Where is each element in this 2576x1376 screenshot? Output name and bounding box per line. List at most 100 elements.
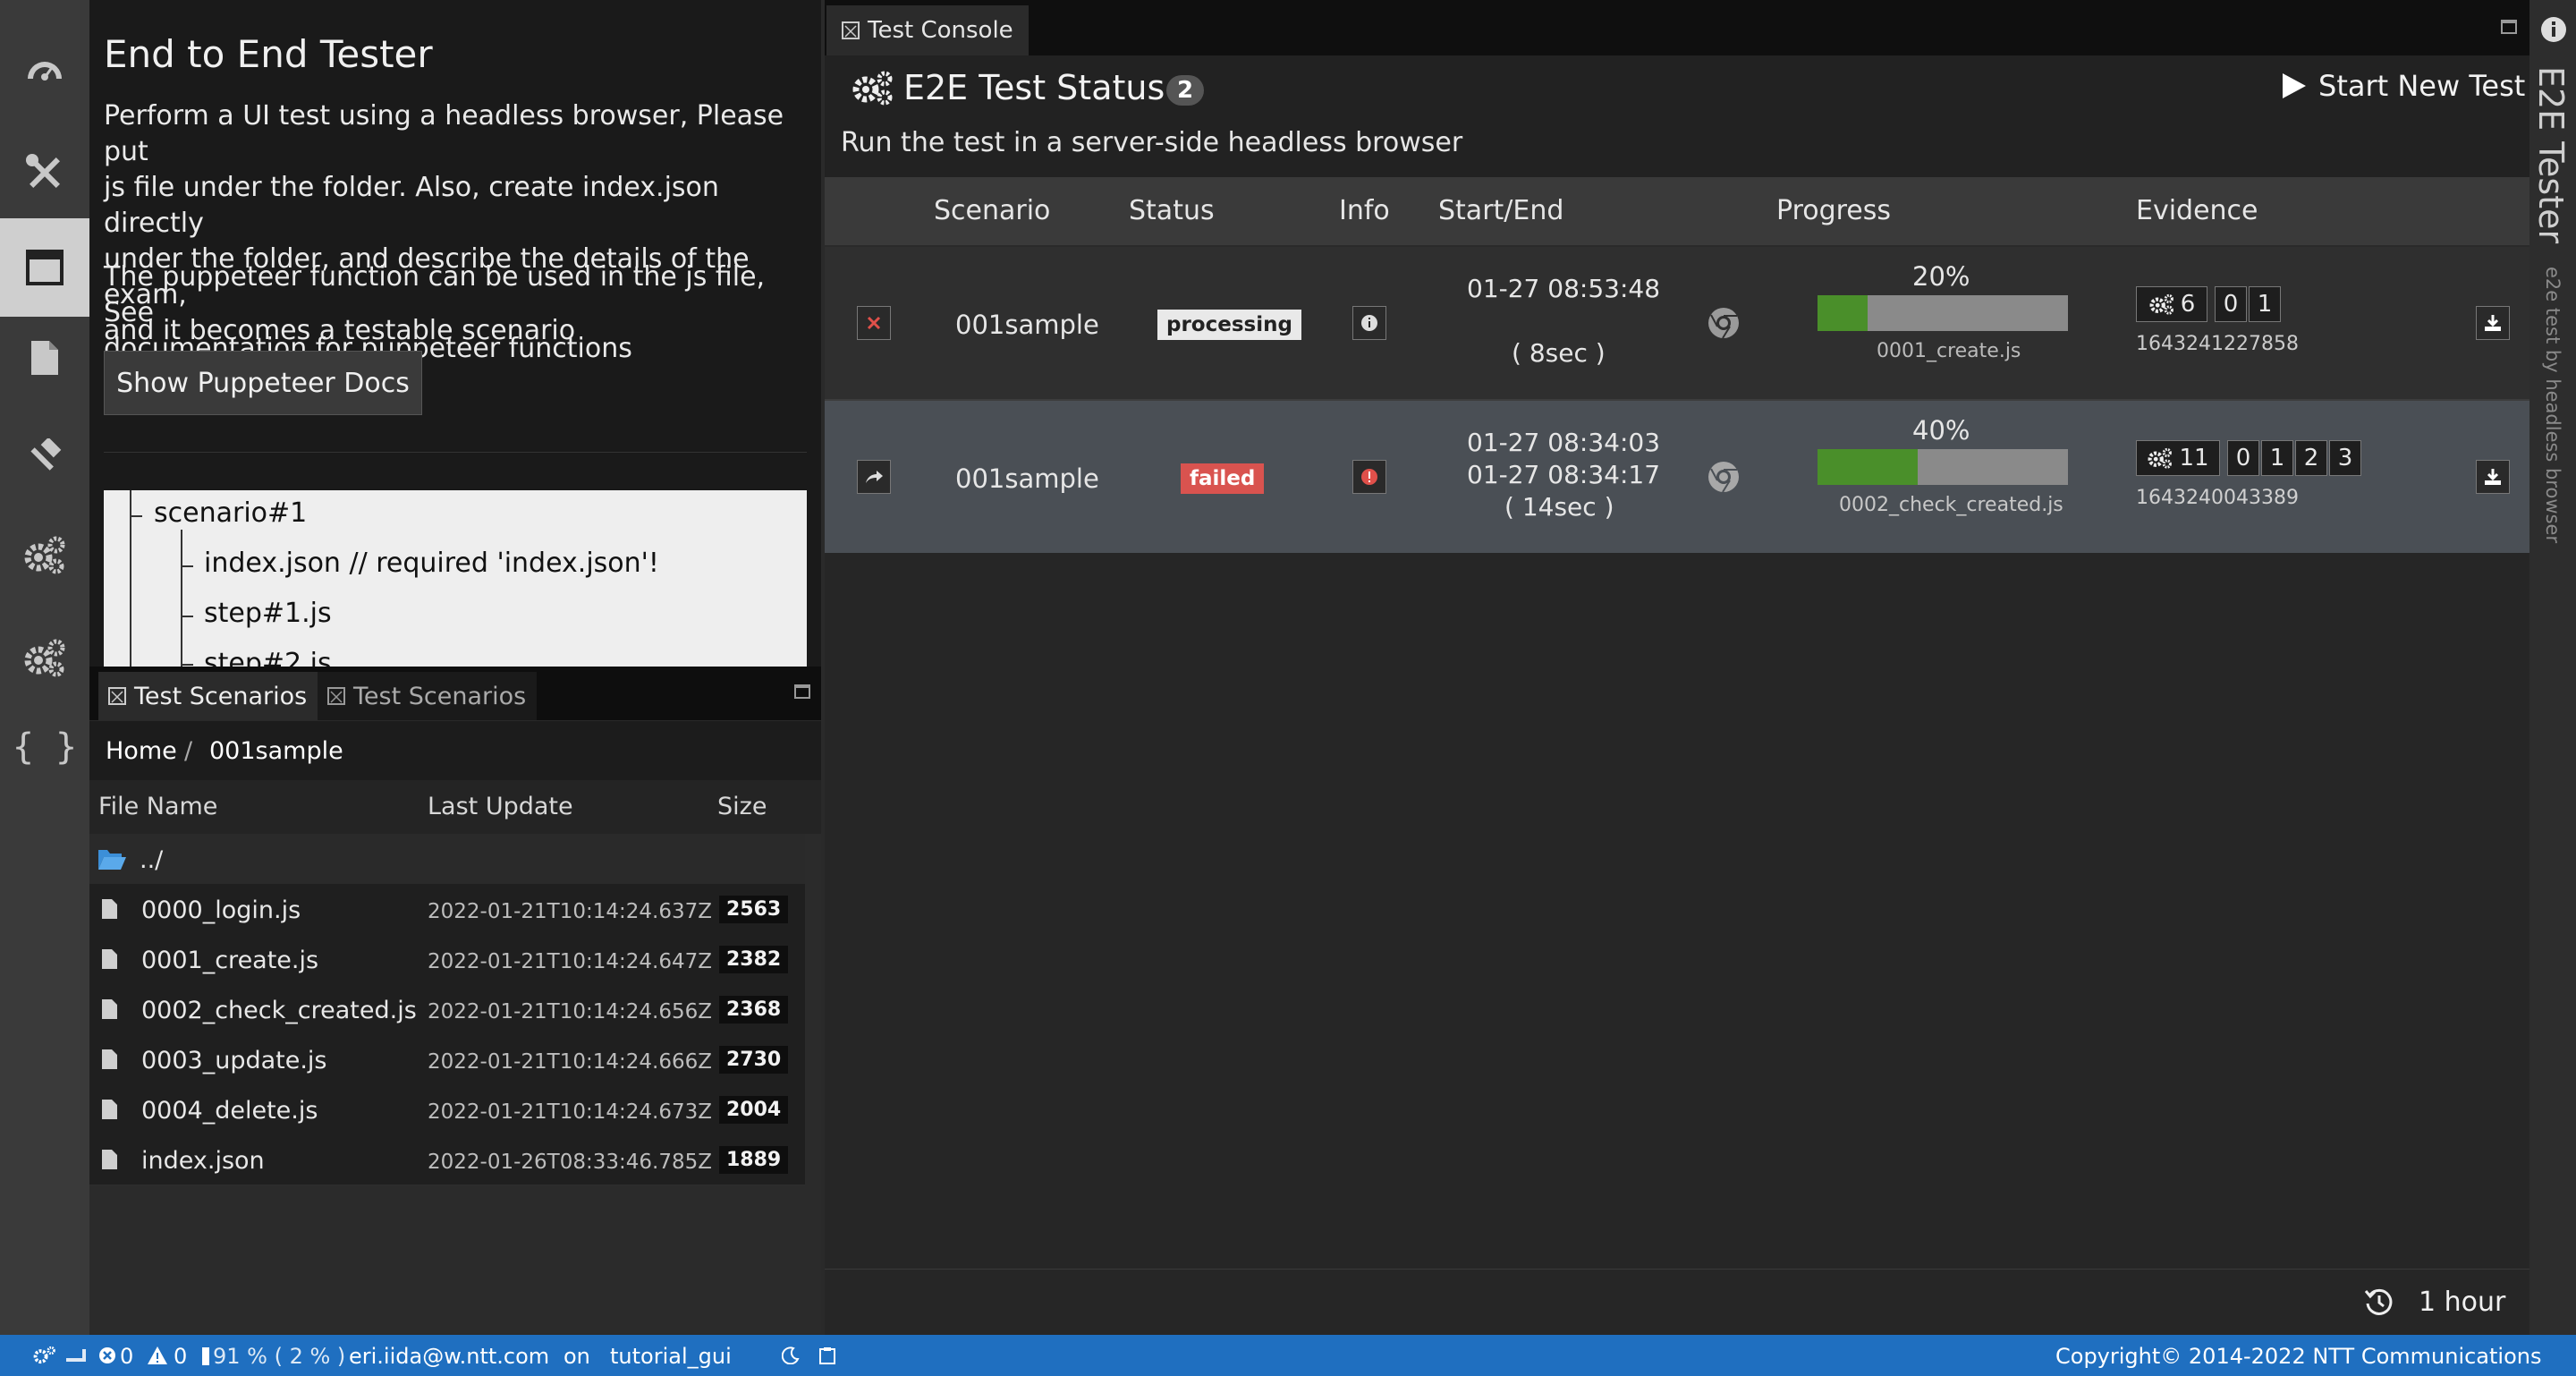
tab-test-scenarios[interactable]: Test Scenarios (98, 672, 318, 720)
status-badge: processing (1157, 310, 1301, 340)
error-info-button[interactable] (1352, 460, 1386, 494)
column-info: Info (1339, 195, 1390, 226)
rerun-test-button[interactable] (857, 460, 891, 494)
user-email[interactable]: eri.iida@w.ntt.com (349, 1344, 549, 1369)
file-name: 0002_check_created.js (141, 997, 417, 1024)
file-size-badge: 2563 (719, 896, 789, 923)
status-badge: failed (1181, 463, 1265, 494)
evidence-id: 1643240043389 (2136, 487, 2299, 509)
evidence-step-button[interactable]: 1 (2261, 440, 2293, 476)
progress-percent: 20% (1912, 261, 1970, 292)
divider (104, 452, 807, 453)
time-range-label: 1 hour (2419, 1286, 2506, 1318)
sidebar-item-json[interactable]: { } (0, 698, 89, 796)
tab-label: Test Scenarios (134, 682, 308, 710)
gears-icon (24, 536, 65, 574)
evidence-step-button[interactable]: 0 (2215, 286, 2247, 322)
progress-fill (1818, 449, 1918, 485)
file-row[interactable]: 0004_delete.js 2022-01-21T10:14:24.673Z … (89, 1084, 805, 1135)
file-updated: 2022-01-21T10:14:24.673Z (428, 1100, 712, 1124)
warning-icon[interactable] (147, 1346, 168, 1365)
column-start-end: Start/End (1438, 195, 1564, 226)
sidebar-item-dashboard[interactable] (0, 20, 89, 118)
time-range-selector[interactable]: 1 hour (2363, 1286, 2505, 1318)
download-icon (2485, 469, 2501, 485)
column-progress: Progress (1776, 195, 1892, 226)
on-label: on (564, 1344, 590, 1369)
download-button[interactable] (2476, 306, 2510, 340)
error-icon (1361, 469, 1377, 485)
workspace-name[interactable]: tutorial_gui (610, 1344, 732, 1369)
file-list-header: File Name Last Update Size (89, 780, 821, 834)
column-file-name[interactable]: File Name (98, 793, 217, 820)
gears-icon[interactable] (32, 1346, 57, 1365)
file-name: 0001_create.js (141, 947, 319, 974)
maximize-icon[interactable] (794, 684, 810, 699)
breadcrumb-separator: / (184, 737, 193, 765)
file-size-badge: 2368 (719, 996, 789, 1024)
sidebar-item-settings[interactable] (0, 505, 89, 604)
evidence-step-button[interactable]: 3 (2329, 440, 2361, 476)
clipboard-icon[interactable] (819, 1346, 835, 1364)
file-row[interactable]: 0003_update.js 2022-01-21T10:14:24.666Z … (89, 1034, 805, 1085)
info-icon[interactable] (2540, 16, 2567, 43)
console-header: E2E Test Status 2 Start New Test (825, 55, 2529, 117)
sidebar-item-documents[interactable] (0, 309, 89, 407)
cancel-test-button[interactable] (857, 306, 891, 340)
tree-child: step#1.js (204, 598, 332, 629)
file-updated: 2022-01-21T10:14:24.666Z (428, 1050, 712, 1074)
tab-test-scenarios-2[interactable]: Test Scenarios (318, 672, 537, 720)
file-row[interactable]: 0002_check_created.js 2022-01-21T10:14:2… (89, 984, 805, 1035)
file-updated: 2022-01-26T08:33:46.785Z (428, 1151, 712, 1174)
tree-root: scenario#1 (154, 497, 308, 529)
document-icon (31, 341, 58, 375)
file-icon (102, 1100, 117, 1119)
file-updated: 2022-01-21T10:14:24.656Z (428, 1000, 712, 1024)
start-new-test-button[interactable]: Start New Test (2281, 66, 2525, 106)
breadcrumb-home[interactable]: Home (106, 737, 177, 765)
vertical-app-title: E2E Tester (2531, 66, 2571, 244)
file-name: index.json (141, 1147, 265, 1175)
tab-test-console[interactable]: Test Console (826, 5, 1029, 55)
download-icon (2485, 315, 2501, 331)
download-button[interactable] (2476, 460, 2510, 494)
tree-line-children (181, 530, 182, 667)
file-row[interactable]: index.json 2022-01-26T08:33:46.785Z 1889 (89, 1134, 805, 1185)
sidebar-item-settings-2[interactable] (0, 608, 89, 707)
column-size[interactable]: Size (717, 793, 767, 820)
folder-open-icon (98, 850, 126, 870)
progress-file: 0002_check_created.js (1839, 494, 2063, 516)
braces-icon: { } (12, 726, 78, 768)
parent-directory-row[interactable]: ../ (89, 834, 805, 885)
file-row[interactable]: 0001_create.js 2022-01-21T10:14:24.647Z … (89, 934, 805, 985)
info-button[interactable] (1352, 306, 1386, 340)
row-scenario: 001sample (955, 310, 1099, 340)
evidence-step-button[interactable]: 0 (2227, 440, 2259, 476)
vertical-app-subtitle: e2e test by headless browser (2542, 267, 2563, 544)
copyright: Copyright© 2014-2022 NTT Communications (2055, 1344, 2542, 1369)
evidence-count-button[interactable]: 11 (2136, 440, 2220, 476)
evidence-step-button[interactable]: 2 (2295, 440, 2327, 476)
moon-icon[interactable] (782, 1346, 800, 1364)
column-last-update[interactable]: Last Update (428, 793, 573, 820)
file-row[interactable]: 0000_login.js 2022-01-21T10:14:24.637Z 2… (89, 884, 805, 935)
panel-title: End to End Tester (104, 32, 433, 76)
tree-child: index.json // required 'index.json'! (204, 548, 659, 579)
sidebar-item-tools[interactable] (0, 123, 89, 222)
maximize-icon[interactable] (2501, 20, 2517, 34)
file-updated: 2022-01-21T10:14:24.647Z (428, 950, 712, 973)
sidebar-item-build[interactable] (0, 410, 89, 508)
file-updated: 2022-01-21T10:14:24.637Z (428, 900, 712, 923)
info-icon (1361, 315, 1377, 331)
tree-child: step#2.js (204, 648, 332, 667)
evidence-count-button[interactable]: 6 (2136, 286, 2207, 322)
tab-label: Test Scenarios (353, 682, 527, 710)
row-scenario: 001sample (955, 463, 1099, 494)
show-puppeteer-docs-button[interactable]: Show Puppeteer Docs (104, 351, 422, 415)
evidence-step-button[interactable]: 1 (2249, 286, 2281, 322)
layout-icon[interactable] (66, 1349, 86, 1362)
sidebar-rail: { } (0, 0, 89, 1335)
duration: ( 14sec ) (1504, 492, 1614, 522)
sidebar-item-e2e-tester[interactable] (0, 218, 89, 317)
error-circle-icon[interactable] (98, 1346, 116, 1364)
